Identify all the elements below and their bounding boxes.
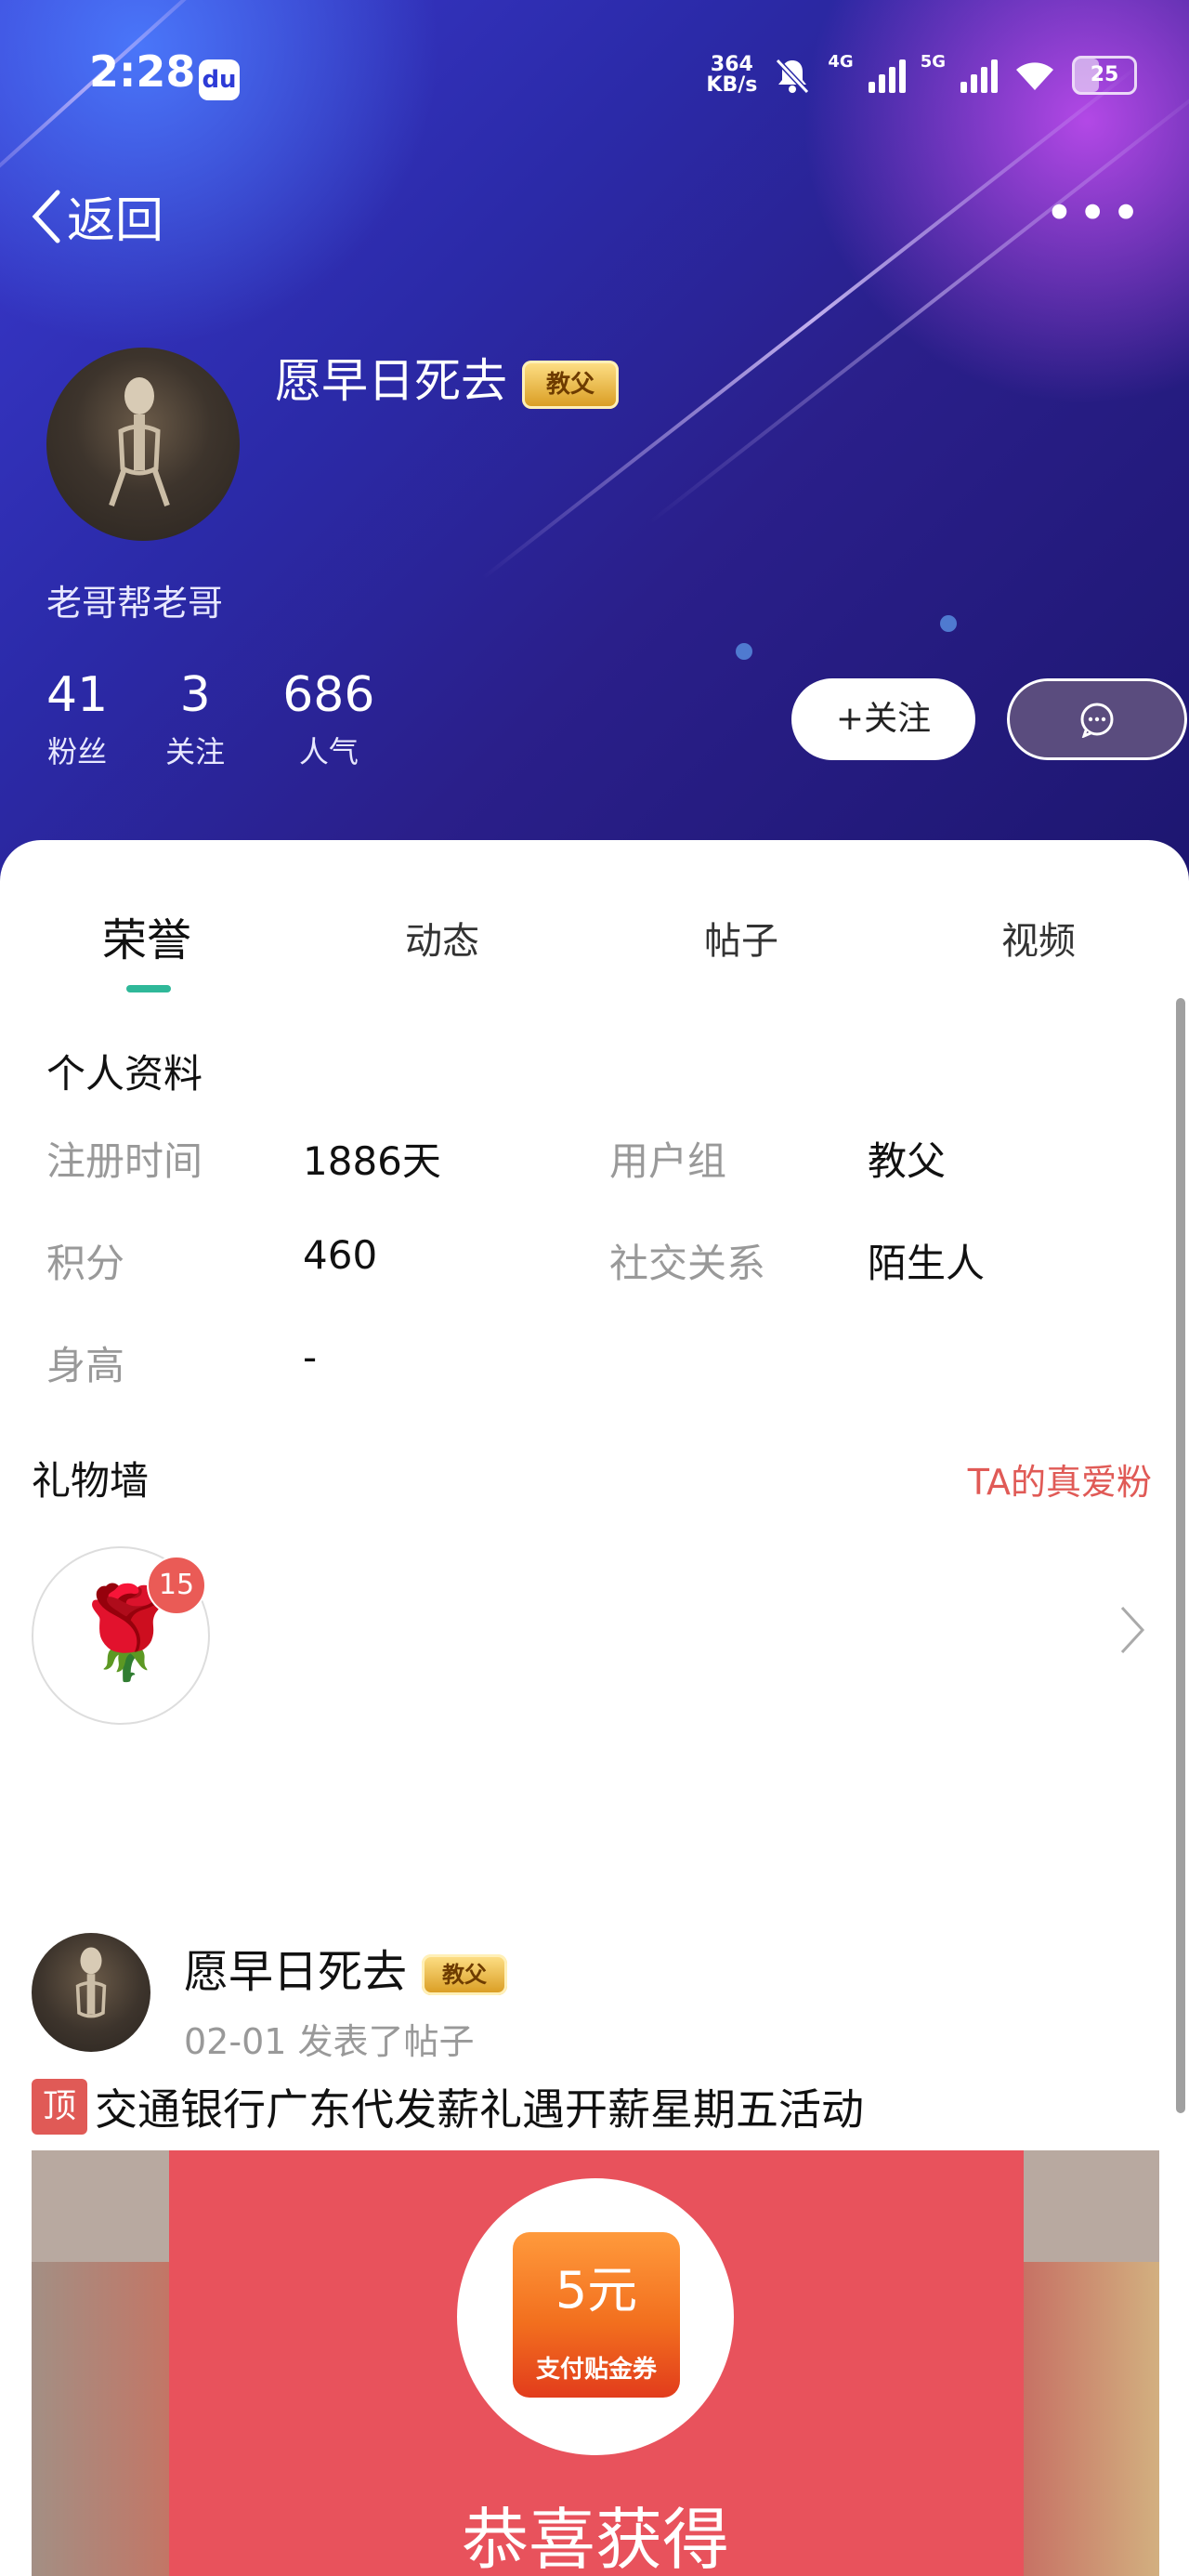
coupon-amount: 5元 <box>555 2261 638 2320</box>
tab-activity[interactable]: 动态 <box>405 911 479 965</box>
stat-following[interactable]: 3 关注 <box>165 667 225 771</box>
info-value-social: 陌生人 <box>868 1241 986 1286</box>
image-caption: 恭喜获得 <box>461 2501 729 2576</box>
gift-count-badge: 15 <box>147 1556 206 1615</box>
content-card: 荣誉 动态 帖子 视频 个人资料 注册时间 1886天 用户组 教父 积分 46… <box>0 840 1189 2576</box>
chat-bubble-icon <box>1080 703 1114 738</box>
tab-posts[interactable]: 帖子 <box>704 911 778 965</box>
info-key-points: 积分 <box>46 1241 125 1286</box>
post-meta: 02-01 发表了帖子 <box>184 2021 475 2062</box>
tab-videos[interactable]: 视频 <box>1001 911 1076 965</box>
mute-bell-icon <box>776 58 810 95</box>
info-key-user-group: 用户组 <box>609 1138 727 1184</box>
info-key-social: 社交关系 <box>609 1241 766 1286</box>
personal-info-title: 个人资料 <box>46 1051 203 1097</box>
avatar[interactable] <box>46 348 240 541</box>
back-label: 返回 <box>67 193 164 249</box>
message-button[interactable] <box>1007 678 1187 760</box>
battery-level: 25 <box>1090 63 1119 86</box>
skeleton-image <box>75 1947 107 2018</box>
battery-icon: 25 <box>1072 56 1137 95</box>
status-time: 2:28 <box>89 46 196 97</box>
network-speed: 364 KB/s <box>706 55 757 96</box>
post-title[interactable]: 顶 交通银行广东代发薪礼遇开薪星期五活动 <box>32 2076 864 2137</box>
stat-popularity: 686 人气 <box>282 667 374 771</box>
info-value-register-time: 1886天 <box>303 1138 441 1184</box>
profile-stats: 41 粉丝 3 关注 686 人气 <box>46 667 432 771</box>
wifi-icon <box>1016 62 1053 90</box>
gift-wall-title: 礼物墙 <box>32 1458 150 1504</box>
coupon-graphic: 5元 支付贴金券 <box>513 2232 680 2398</box>
chevron-right-icon[interactable] <box>1118 1604 1146 1656</box>
signal-bars-icon <box>868 58 906 93</box>
stat-fans[interactable]: 41 粉丝 <box>46 667 108 771</box>
info-key-register-time: 注册时间 <box>46 1138 203 1184</box>
rank-badge: 教父 <box>522 360 619 409</box>
stat-label: 关注 <box>165 734 226 769</box>
info-value-height: - <box>303 1334 318 1380</box>
rank-badge: 教父 <box>422 1954 508 1995</box>
info-value-user-group: 教父 <box>868 1138 947 1184</box>
stat-value: 686 <box>282 667 375 723</box>
info-key-height: 身高 <box>46 1343 125 1388</box>
chevron-left-icon <box>32 190 60 243</box>
post-image[interactable]: 5元 支付贴金券 恭喜获得 <box>32 2150 1159 2576</box>
hero-dot <box>940 615 957 632</box>
signal-bars-icon <box>960 58 998 93</box>
scrollbar[interactable] <box>1176 998 1185 2113</box>
post-avatar[interactable] <box>32 1933 150 2052</box>
tab-bar: 荣誉 动态 帖子 视频 <box>0 905 1189 979</box>
status-icons: 364 KB/s 4G 5G 25 <box>706 52 1137 99</box>
more-options-icon[interactable]: ••• <box>1044 189 1144 239</box>
hero-dot <box>736 643 752 660</box>
profile-signature: 老哥帮老哥 <box>46 583 224 624</box>
pinned-tag: 顶 <box>32 2079 87 2135</box>
network-speed-value: 364 <box>710 53 753 76</box>
true-fans-link[interactable]: TA的真爱粉 <box>968 1453 1152 1505</box>
tab-active-indicator <box>126 985 171 992</box>
back-button[interactable]: 返回 <box>30 181 163 251</box>
network-4g-label: 4G <box>828 52 854 72</box>
skeleton-image <box>109 377 170 506</box>
network-speed-unit: KB/s <box>706 73 758 97</box>
post-author-name: 愿早日死去 <box>184 1946 408 1998</box>
status-bar: 2:28 du 364 KB/s 4G 5G 25 <box>0 0 1189 149</box>
network-5g-label: 5G <box>920 52 946 72</box>
post-author[interactable]: 愿早日死去 教父 <box>184 1935 508 2000</box>
baidu-app-icon: du <box>199 59 240 100</box>
stat-value: 41 <box>46 667 109 723</box>
profile-username: 愿早日死去 教父 <box>275 344 619 411</box>
tab-honor[interactable]: 荣誉 <box>102 903 191 968</box>
info-value-points: 460 <box>303 1232 378 1278</box>
follow-button[interactable]: +关注 <box>791 678 975 760</box>
post-title-text: 交通银行广东代发薪礼遇开薪星期五活动 <box>95 2084 864 2135</box>
username-text: 愿早日死去 <box>275 354 507 408</box>
coupon-desc: 支付贴金券 <box>535 2356 657 2384</box>
gift-rose[interactable]: 🌹 15 <box>32 1546 210 1725</box>
stat-label: 人气 <box>298 734 359 769</box>
stat-label: 粉丝 <box>47 734 108 769</box>
stat-value: 3 <box>179 667 211 723</box>
